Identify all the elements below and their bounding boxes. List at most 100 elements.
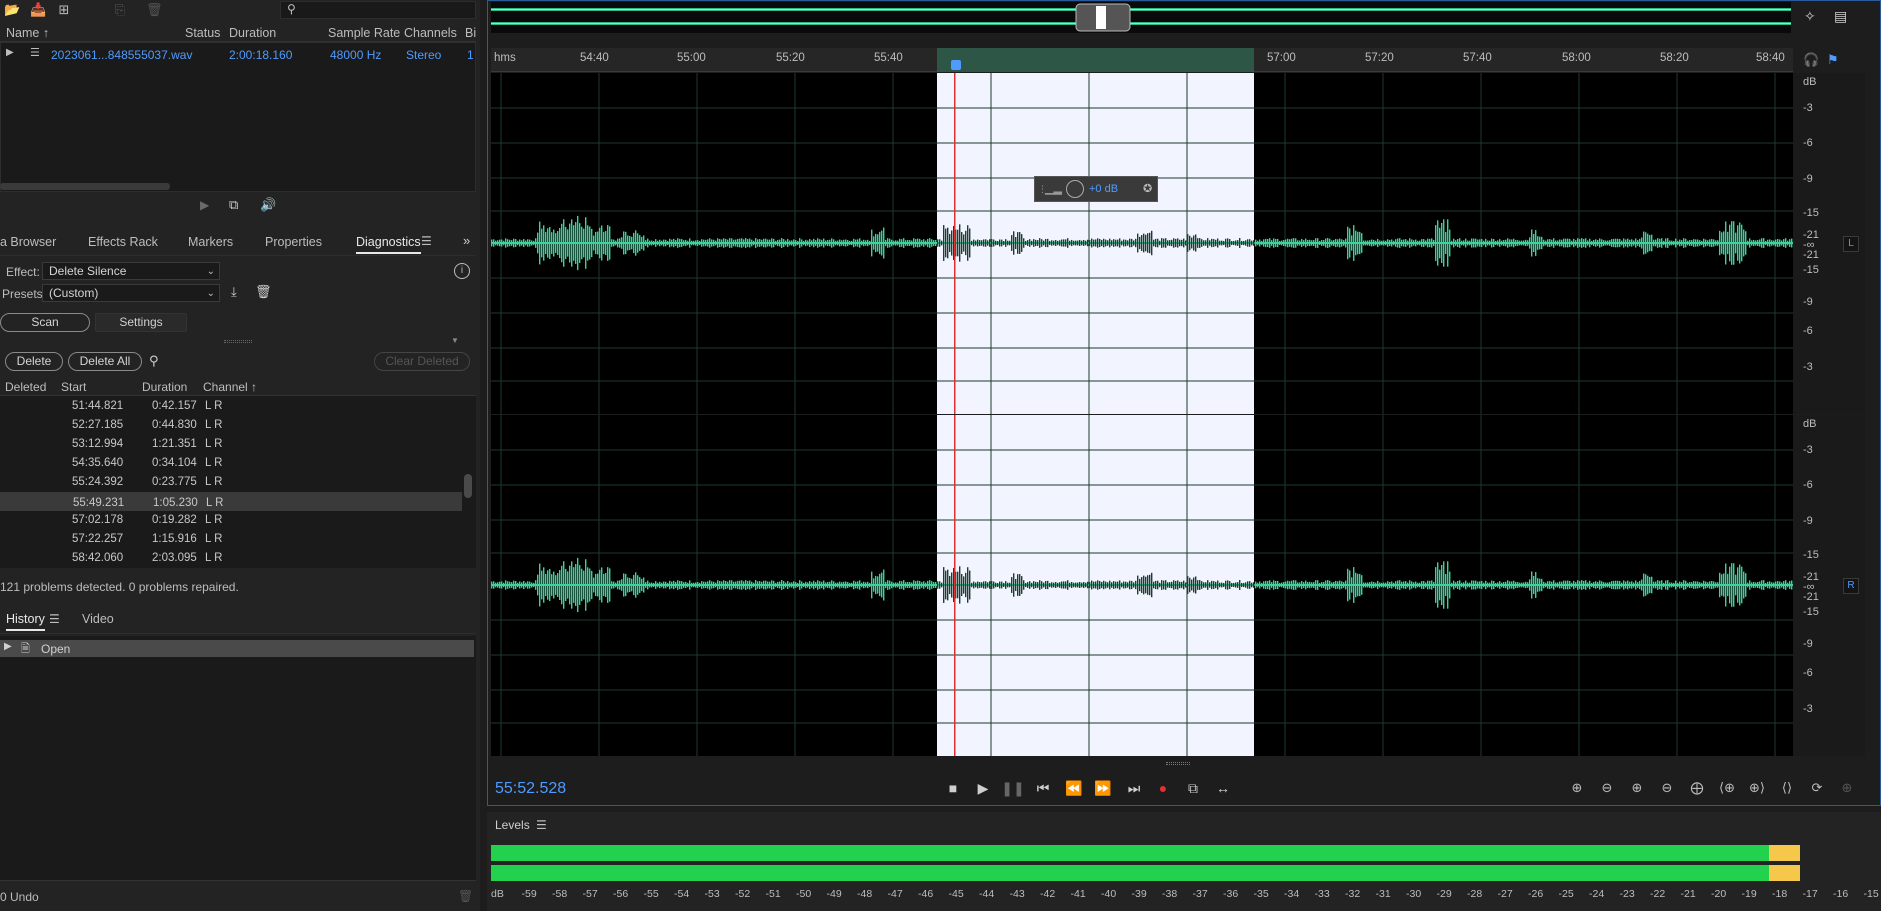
- channel-right-toggle[interactable]: R: [1843, 578, 1859, 594]
- delete-all-button[interactable]: Delete All: [68, 352, 142, 371]
- play-icon[interactable]: ▶: [200, 198, 209, 212]
- zoom-selection-icon[interactable]: ⟨⟩: [1776, 778, 1798, 798]
- zoom-reset-icon[interactable]: ⟳: [1806, 778, 1828, 798]
- presets-select[interactable]: (Custom) ⌄: [42, 284, 220, 302]
- waveform-left-channel[interactable]: [491, 73, 1793, 414]
- scan-button[interactable]: Scan: [0, 313, 90, 332]
- trash-icon[interactable]: 🗑: [458, 889, 473, 903]
- zoom-tracks-icon[interactable]: ⊕: [1836, 778, 1858, 798]
- playhead-marker[interactable]: [951, 60, 961, 70]
- files-horizontal-scrollbar[interactable]: [0, 183, 170, 190]
- speaker-icon[interactable]: 🔊: [260, 197, 276, 213]
- col-start[interactable]: Start: [61, 380, 86, 394]
- table-row[interactable]: 58:42.060 2:03.095 L R: [0, 549, 462, 568]
- table-row[interactable]: 54:35.640 0:34.104 L R: [0, 454, 462, 473]
- table-row[interactable]: 57:22.257 1:15.916 L R: [0, 530, 462, 549]
- tab-properties[interactable]: Properties: [265, 235, 322, 249]
- time-ruler[interactable]: hms 54:4055:0055:2055:4056:0056:2056:405…: [491, 48, 1793, 72]
- panel-layout-icon[interactable]: ▤: [1834, 8, 1847, 25]
- splitter-handle[interactable]: [224, 340, 252, 343]
- gain-hud[interactable]: ⋮ ▁▂ +0 dB ✪: [1034, 176, 1158, 202]
- files-search-input[interactable]: ⚲: [280, 1, 476, 19]
- clear-deleted-button[interactable]: Clear Deleted: [374, 352, 470, 371]
- table-row[interactable]: 55:24.392 0:23.775 L R: [0, 473, 462, 492]
- playhead-line[interactable]: [954, 73, 956, 414]
- table-row[interactable]: 51:44.821 0:42.157 L R: [0, 397, 462, 416]
- play-icon[interactable]: ▶: [971, 778, 995, 798]
- current-time[interactable]: 55:52.528: [495, 780, 566, 798]
- scroll-handle[interactable]: [1166, 762, 1190, 765]
- export-preview-icon[interactable]: ⧉: [229, 197, 238, 213]
- channel-left-toggle[interactable]: L: [1843, 236, 1859, 252]
- panel-menu-icon[interactable]: ☰: [421, 234, 432, 248]
- zoom-in-left-icon[interactable]: ⟨⊕: [1716, 778, 1738, 798]
- delete-preset-icon[interactable]: 🗑: [255, 284, 272, 300]
- overview-navigator[interactable]: [491, 2, 1791, 33]
- skip-selection-icon[interactable]: ↔: [1211, 778, 1235, 798]
- zoom-in-amplitude-icon[interactable]: ⊕: [1566, 778, 1588, 798]
- zoom-in-right-icon[interactable]: ⊕⟩: [1746, 778, 1768, 798]
- play-icon[interactable]: ▶: [4, 641, 12, 652]
- tab-video[interactable]: Video: [82, 612, 114, 626]
- waveform-right-channel[interactable]: [491, 415, 1793, 756]
- save-preset-icon[interactable]: ⤓: [231, 284, 237, 300]
- col-status[interactable]: Status: [185, 26, 220, 40]
- zoom-out-full-icon[interactable]: ⨁: [1686, 778, 1708, 798]
- tab-history[interactable]: History: [6, 612, 45, 631]
- col-sample-rate[interactable]: Sample Rate: [328, 26, 400, 40]
- diagnostics-vertical-scrollbar[interactable]: [464, 474, 472, 498]
- expand-panels-icon[interactable]: »: [463, 233, 470, 248]
- export-icon[interactable]: ⎘: [112, 2, 128, 18]
- pause-icon[interactable]: ❚❚: [1001, 778, 1025, 798]
- tab-markers[interactable]: Markers: [188, 235, 233, 249]
- trash-icon[interactable]: 🗑: [146, 2, 163, 18]
- table-row[interactable]: 57:02.178 0:19.282 L R: [0, 511, 462, 530]
- open-folder-icon[interactable]: 📂: [4, 2, 20, 18]
- settings-button[interactable]: Settings: [95, 313, 187, 332]
- info-icon[interactable]: i: [454, 263, 470, 279]
- tab-diagnostics[interactable]: Diagnostics: [356, 235, 421, 254]
- levels-menu-icon[interactable]: ☰: [536, 818, 547, 832]
- fast-forward-icon[interactable]: ⏩: [1091, 778, 1115, 798]
- history-item[interactable]: ▶ 🗎 Open: [0, 640, 474, 657]
- col-name[interactable]: Name ↑: [6, 26, 49, 40]
- search-icon[interactable]: ⚲: [149, 353, 159, 369]
- skip-to-start-icon[interactable]: ⏮: [1031, 778, 1055, 798]
- file-row[interactable]: ▶ ☰ 2023061...848555037.wav 2:00:18.160 …: [0, 44, 476, 64]
- pin-icon[interactable]: ✪: [1143, 182, 1152, 195]
- col-duration[interactable]: Duration: [142, 380, 187, 394]
- col-deleted[interactable]: Deleted: [5, 380, 46, 394]
- zoom-in-time-icon[interactable]: ⊕: [1626, 778, 1648, 798]
- marker-pin-icon[interactable]: ⚑: [1827, 52, 1839, 68]
- loop-export-icon[interactable]: ⧉: [1181, 778, 1205, 798]
- collapse-icon[interactable]: ▼: [451, 336, 459, 345]
- table-row[interactable]: 53:12.994 1:21.351 L R: [0, 435, 462, 454]
- expand-icon[interactable]: ▶: [6, 47, 14, 58]
- tab-media-browser[interactable]: a Browser: [0, 235, 56, 249]
- zoom-navigator-icon[interactable]: ✧: [1804, 8, 1816, 25]
- col-channel[interactable]: Channel ↑: [203, 380, 257, 394]
- delete-button[interactable]: Delete: [5, 352, 63, 371]
- record-icon[interactable]: ●: [1151, 778, 1175, 798]
- table-row[interactable]: 55:49.231 1:05.230 L R: [0, 492, 462, 511]
- selection-range-bar[interactable]: [937, 48, 1254, 72]
- table-row[interactable]: 52:27.185 0:44.830 L R: [0, 416, 462, 435]
- import-icon[interactable]: 📥: [30, 2, 46, 18]
- col-duration[interactable]: Duration: [229, 26, 276, 40]
- effect-select[interactable]: Delete Silence ⌄: [42, 262, 220, 280]
- rewind-icon[interactable]: ⏪: [1062, 778, 1086, 798]
- zoom-out-time-icon[interactable]: ⊖: [1656, 778, 1678, 798]
- playhead-line[interactable]: [954, 415, 956, 756]
- col-channels[interactable]: Channels: [404, 26, 457, 40]
- tab-effects-rack[interactable]: Effects Rack: [88, 235, 158, 249]
- skip-to-end-icon[interactable]: ⏭: [1122, 778, 1146, 798]
- gain-knob-icon[interactable]: [1066, 180, 1084, 198]
- waveform-sample: [1585, 580, 1587, 590]
- stop-icon[interactable]: ■: [941, 778, 965, 798]
- history-menu-icon[interactable]: ☰: [49, 612, 60, 626]
- gain-value[interactable]: +0 dB: [1089, 183, 1118, 195]
- zoom-out-amplitude-icon[interactable]: ⊖: [1596, 778, 1618, 798]
- new-file-icon[interactable]: ⊞: [56, 2, 72, 18]
- col-bits[interactable]: Bi: [465, 26, 476, 40]
- headphones-icon[interactable]: 🎧: [1803, 52, 1819, 68]
